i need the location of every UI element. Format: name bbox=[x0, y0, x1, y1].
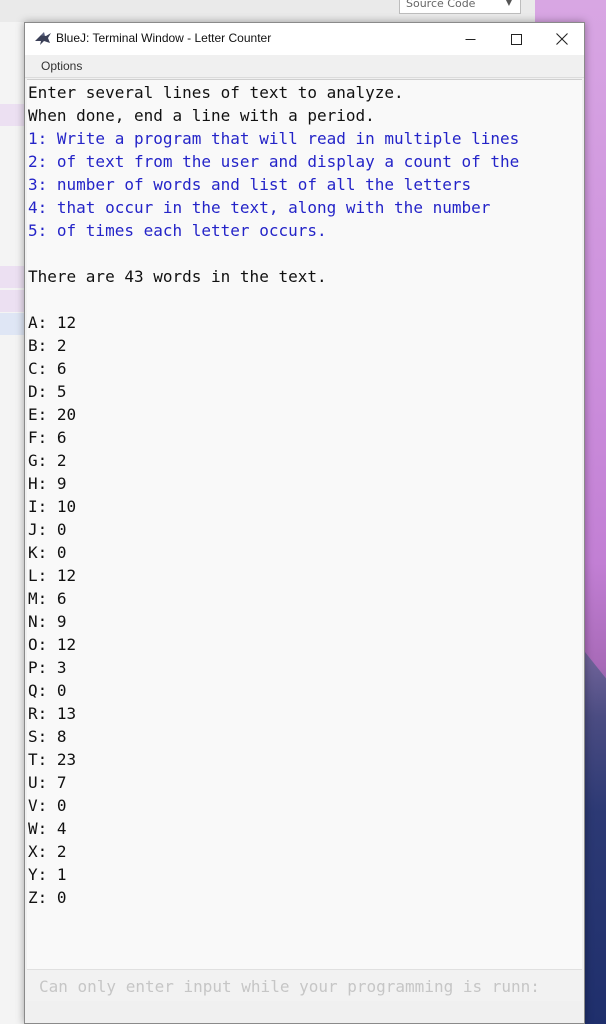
terminal-output-line: A: 12 bbox=[28, 313, 77, 332]
terminal-output-line: K: 0 bbox=[28, 543, 67, 562]
chevron-down-icon: ▼ bbox=[505, 0, 512, 7]
terminal-output-line: B: 2 bbox=[28, 336, 67, 355]
terminal-output-line: T: 23 bbox=[28, 750, 77, 769]
terminal-output-line: R: 13 bbox=[28, 704, 77, 723]
terminal-output-line: H: 9 bbox=[28, 474, 67, 493]
terminal-output-line: F: 6 bbox=[28, 428, 67, 447]
terminal-output-line: X: 2 bbox=[28, 842, 67, 861]
terminal-input-line: 1: Write a program that will read in mul… bbox=[28, 129, 520, 148]
terminal-output[interactable]: Enter several lines of text to analyze. W… bbox=[27, 79, 582, 969]
bluej-bird-icon bbox=[35, 32, 51, 45]
close-button[interactable] bbox=[539, 23, 585, 55]
terminal-output-line: V: 0 bbox=[28, 796, 67, 815]
terminal-input-line: 2: of text from the user and display a c… bbox=[28, 152, 520, 171]
terminal-output-line: Enter several lines of text to analyze. bbox=[28, 83, 404, 102]
source-code-dropdown[interactable]: Source Code ▼ bbox=[399, 0, 521, 14]
terminal-input-field[interactable] bbox=[29, 973, 577, 999]
menu-options[interactable]: Options bbox=[41, 59, 82, 73]
terminal-output-line: There are 43 words in the text. bbox=[28, 267, 327, 286]
terminal-output-line: M: 6 bbox=[28, 589, 67, 608]
window-title: BlueJ: Terminal Window - Letter Counter bbox=[56, 31, 272, 45]
terminal-output-line: Y: 1 bbox=[28, 865, 67, 884]
terminal-output-line: S: 8 bbox=[28, 727, 67, 746]
terminal-output-line: J: 0 bbox=[28, 520, 67, 539]
terminal-input-bar bbox=[27, 969, 582, 1001]
terminal-output-line: E: 20 bbox=[28, 405, 77, 424]
maximize-icon bbox=[510, 33, 522, 45]
terminal-output-line: Q: 0 bbox=[28, 681, 67, 700]
terminal-output-line: O: 12 bbox=[28, 635, 77, 654]
terminal-output-line: I: 10 bbox=[28, 497, 77, 516]
terminal-input-line: 5: of times each letter occurs. bbox=[28, 221, 327, 240]
terminal-output-line: When done, end a line with a period. bbox=[28, 106, 375, 125]
terminal-output-line: W: 4 bbox=[28, 819, 67, 838]
menu-bar: Options bbox=[25, 55, 584, 78]
terminal-output-line: Z: 0 bbox=[28, 888, 67, 907]
maximize-button[interactable] bbox=[493, 23, 539, 55]
close-icon bbox=[556, 33, 568, 45]
title-bar[interactable]: BlueJ: Terminal Window - Letter Counter bbox=[25, 23, 584, 55]
terminal-output-line: D: 5 bbox=[28, 382, 67, 401]
terminal-output-line: N: 9 bbox=[28, 612, 67, 631]
terminal-output-line: L: 12 bbox=[28, 566, 77, 585]
minimize-button[interactable] bbox=[447, 23, 493, 55]
terminal-output-line: G: 2 bbox=[28, 451, 67, 470]
terminal-input-line: 4: that occur in the text, along with th… bbox=[28, 198, 491, 217]
terminal-output-line: C: 6 bbox=[28, 359, 67, 378]
source-code-dropdown-label: Source Code bbox=[406, 0, 476, 10]
terminal-input-line: 3: number of words and list of all the l… bbox=[28, 175, 472, 194]
minimize-icon bbox=[465, 38, 475, 40]
terminal-output-line: P: 3 bbox=[28, 658, 67, 677]
terminal-window: BlueJ: Terminal Window - Letter Counter … bbox=[24, 22, 585, 1024]
terminal-output-line: U: 7 bbox=[28, 773, 67, 792]
